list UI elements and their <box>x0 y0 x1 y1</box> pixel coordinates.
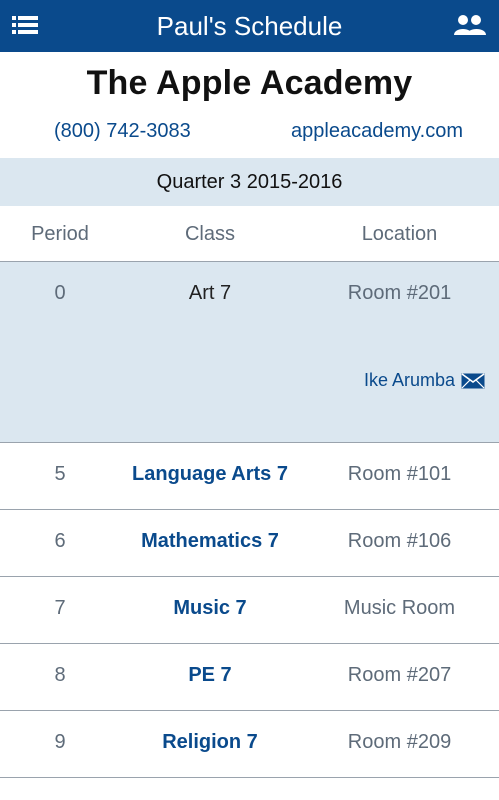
class-header: Class <box>184 223 235 245</box>
table-header: Period Class Location <box>0 206 499 262</box>
location-cell: Room #209 <box>347 731 452 753</box>
period-header: Period <box>31 223 89 245</box>
teacher-name: Ike Arumba <box>363 370 455 390</box>
table-row[interactable]: 5 Language Arts 7 Room #101 <box>0 443 499 510</box>
table-row[interactable]: 0 Art 7 Room #201 Ike Arumba <box>0 262 499 443</box>
class-cell[interactable]: Language Arts 7 <box>110 463 310 486</box>
class-cell[interactable]: Music 7 <box>110 597 310 620</box>
term-selector[interactable]: Quarter 3 2015-2016 <box>0 158 499 206</box>
class-cell[interactable]: PE 7 <box>110 664 310 687</box>
teacher-email-link[interactable]: Ike Arumba <box>364 370 485 391</box>
top-app-bar: Paul's Schedule <box>0 0 499 52</box>
location-cell: Room #201 <box>347 282 452 304</box>
class-cell[interactable]: Religion 7 <box>110 731 310 754</box>
phone-link[interactable]: (800) 742-3083 <box>54 120 191 143</box>
app-title: Paul's Schedule <box>156 11 343 41</box>
location-cell: Room #207 <box>347 664 452 686</box>
period-cell: 9 <box>54 731 66 753</box>
period-cell: 8 <box>54 664 66 686</box>
location-cell: Room #101 <box>347 463 452 485</box>
period-cell: 5 <box>54 463 66 485</box>
table-row[interactable]: 9 Religion 7 Room #209 <box>0 711 499 778</box>
location-cell: Room #106 <box>347 530 452 552</box>
envelope-icon <box>461 372 485 388</box>
location-cell: Music Room <box>343 597 456 619</box>
website-link[interactable]: appleacademy.com <box>291 120 463 143</box>
table-row[interactable]: 8 PE 7 Room #207 <box>0 644 499 711</box>
class-cell[interactable]: Art 7 <box>110 282 310 305</box>
period-cell: 6 <box>54 530 66 552</box>
contacts-button[interactable] <box>453 14 487 36</box>
table-row[interactable]: 7 Music 7 Music Room <box>0 577 499 644</box>
class-cell[interactable]: Mathematics 7 <box>110 530 310 553</box>
people-icon <box>454 15 486 35</box>
school-name: The Apple Academy <box>86 64 413 102</box>
period-cell: 0 <box>54 282 66 304</box>
table-row[interactable]: 6 Mathematics 7 Room #106 <box>0 510 499 577</box>
location-header: Location <box>361 223 438 245</box>
period-cell: 7 <box>54 597 66 619</box>
